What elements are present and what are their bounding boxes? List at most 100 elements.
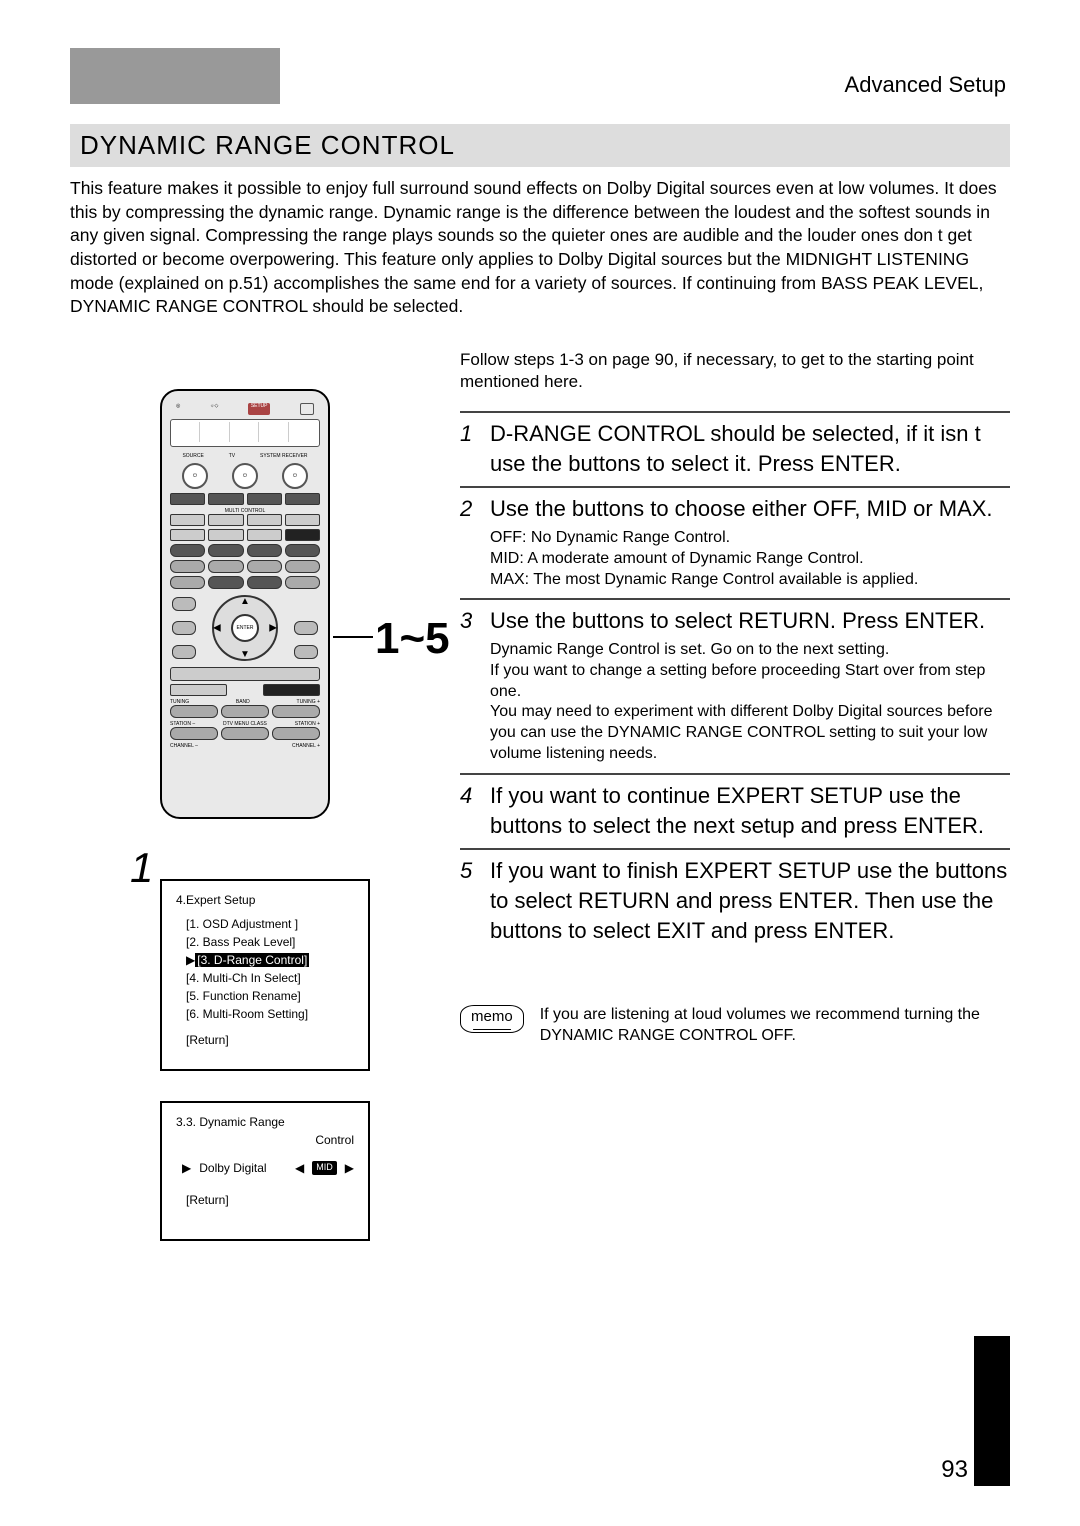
page-header: Advanced Setup <box>70 48 1010 104</box>
power-tv: ⏻ <box>232 463 258 489</box>
btn-r2a <box>170 514 205 526</box>
step-3: 3 Use the buttons to select RETURN. Pres… <box>460 606 1010 764</box>
dpad-left-icon: ◀ <box>213 622 221 633</box>
btn-o3d <box>285 576 320 589</box>
label-channel-minus: CHANNEL – <box>170 743 198 749</box>
menu1-item-5: [5. Function Rename] <box>186 987 354 1005</box>
label-tuning-r: TUNING + <box>297 699 320 705</box>
btn-sl <box>170 727 218 740</box>
btn-o1d <box>285 544 320 557</box>
pill-level <box>172 645 196 659</box>
header-color-block <box>70 48 280 104</box>
step-range-callout: 1~5 <box>375 614 450 664</box>
menu2-title-b: Control <box>176 1131 354 1149</box>
dpad-zone: ▲ ▼ ◀ ▶ ENTER <box>170 593 320 663</box>
step-1-head: D-RANGE CONTROL should be selected, if i… <box>490 419 1010 478</box>
menu2-value: MID <box>312 1161 337 1175</box>
memo-badge: memo <box>460 1005 524 1033</box>
label-dtv: DTV MENU CLASS <box>223 721 267 727</box>
btn-r1b <box>208 493 243 505</box>
menu1-title: 4.Expert Setup <box>176 891 354 909</box>
btn-r3b <box>208 529 243 541</box>
menu1-item-3: ▶[3. D-Range Control] <box>186 951 354 969</box>
step-2-head: Use the buttons to choose either OFF, MI… <box>490 494 1010 524</box>
step-4: 4 If you want to continue EXPERT SETUP u… <box>460 781 1010 840</box>
btn-b2 <box>263 684 320 696</box>
btn-r3a <box>170 529 205 541</box>
btn-tc <box>221 705 269 718</box>
menu1-item-3-hl: [3. D-Range Control] <box>195 953 309 967</box>
wide-btn-1 <box>170 667 320 681</box>
rule-4 <box>460 773 1010 775</box>
btn-tl <box>170 705 218 718</box>
btn-o3c <box>247 576 282 589</box>
btn-sr <box>272 727 320 740</box>
label-channel-plus: CHANNEL + <box>292 743 320 749</box>
blank-btn <box>300 403 314 415</box>
range-text: 1~5 <box>375 614 450 663</box>
btn-o2b <box>208 560 243 573</box>
menu1-return: [Return] <box>186 1031 354 1049</box>
btn-o2a <box>170 560 205 573</box>
btn-sc <box>221 727 269 740</box>
osd-menu-drange: 3.3. Dynamic Range Control ▶ Dolby Digit… <box>160 1101 370 1241</box>
menu1-item-2: [2. Bass Peak Level] <box>186 933 354 951</box>
btn-r1d <box>285 493 320 505</box>
follow-note: Follow steps 1-3 on page 90, if necessar… <box>460 349 1010 393</box>
rule-1 <box>460 411 1010 413</box>
dpad-up-icon: ▲ <box>240 596 250 607</box>
rule-5 <box>460 848 1010 850</box>
label-tv: TV <box>229 453 235 459</box>
btn-r1a <box>170 493 205 505</box>
rule-2 <box>460 486 1010 488</box>
manual-page: Advanced Setup DYNAMIC RANGE CONTROL Thi… <box>0 0 1080 1526</box>
btn-o2d <box>285 560 320 573</box>
pill-tvf <box>294 621 318 635</box>
step-3-num: 3 <box>460 606 480 636</box>
btn-o1b <box>208 544 243 557</box>
label-station-plus: STATION + <box>295 721 320 727</box>
rule-3 <box>460 598 1010 600</box>
left-step-1-marker: 1 <box>130 844 153 892</box>
memo-text: If you are listening at loud volumes we … <box>540 1005 1010 1047</box>
dpad-right-icon: ▶ <box>269 622 277 633</box>
btn-r2b <box>208 514 243 526</box>
side-tab <box>974 1336 1010 1486</box>
menu1-item-1: [1. OSD Adjustment ] <box>186 915 354 933</box>
menu1-item-4: [4. Multi-Ch In Select] <box>186 969 354 987</box>
step-1: 1 D-RANGE CONTROL should be selected, if… <box>460 419 1010 478</box>
dpad-down-icon: ▼ <box>240 649 250 660</box>
memo-row: memo If you are listening at loud volume… <box>460 1005 1010 1047</box>
step-2-num: 2 <box>460 494 480 524</box>
step-4-head: If you want to continue EXPERT SETUP use… <box>490 781 1010 840</box>
content-columns: ◎ ☼◇ SETUP <box>70 349 1010 1271</box>
label-sysrec: SYSTEM RECEIVER <box>260 453 308 459</box>
step-1-num: 1 <box>460 419 480 478</box>
pill-sub <box>294 645 318 659</box>
play-icon: ▶ <box>182 1159 191 1177</box>
step-5: 5 If you want to finish EXPERT SETUP use… <box>460 856 1010 945</box>
btn-o1c <box>247 544 282 557</box>
dpad-enter: ENTER <box>231 614 259 642</box>
step-3-body: Dynamic Range Control is set. Go on to t… <box>490 640 1010 765</box>
label-source: SOURCE <box>182 453 203 459</box>
page-number: 93 <box>941 1456 968 1484</box>
btn-r1c <box>247 493 282 505</box>
section-title: DYNAMIC RANGE CONTROL <box>70 124 1010 167</box>
btn-r2c <box>247 514 282 526</box>
menu1-item-6: [6. Multi-Room Setting] <box>186 1005 354 1023</box>
dpad-ring: ▲ ▼ ◀ ▶ ENTER <box>212 595 278 661</box>
label-band: BAND <box>236 699 250 705</box>
btn-r3c <box>247 529 282 541</box>
step-2: 2 Use the buttons to choose either OFF, … <box>460 494 1010 590</box>
light-icon: ☼◇ <box>210 403 218 415</box>
btn-r2d <box>285 514 320 526</box>
label-station-minus: STATION – <box>170 721 195 727</box>
btn-o3a <box>170 576 205 589</box>
btn-o2c <box>247 560 282 573</box>
label-tuning-l: TUNING <box>170 699 189 705</box>
step-4-num: 4 <box>460 781 480 840</box>
setup-icon: SETUP <box>248 403 271 415</box>
menu2-title-a: 3.3. Dynamic Range <box>176 1113 354 1131</box>
remote-illustration: ◎ ☼◇ SETUP <box>160 389 330 819</box>
